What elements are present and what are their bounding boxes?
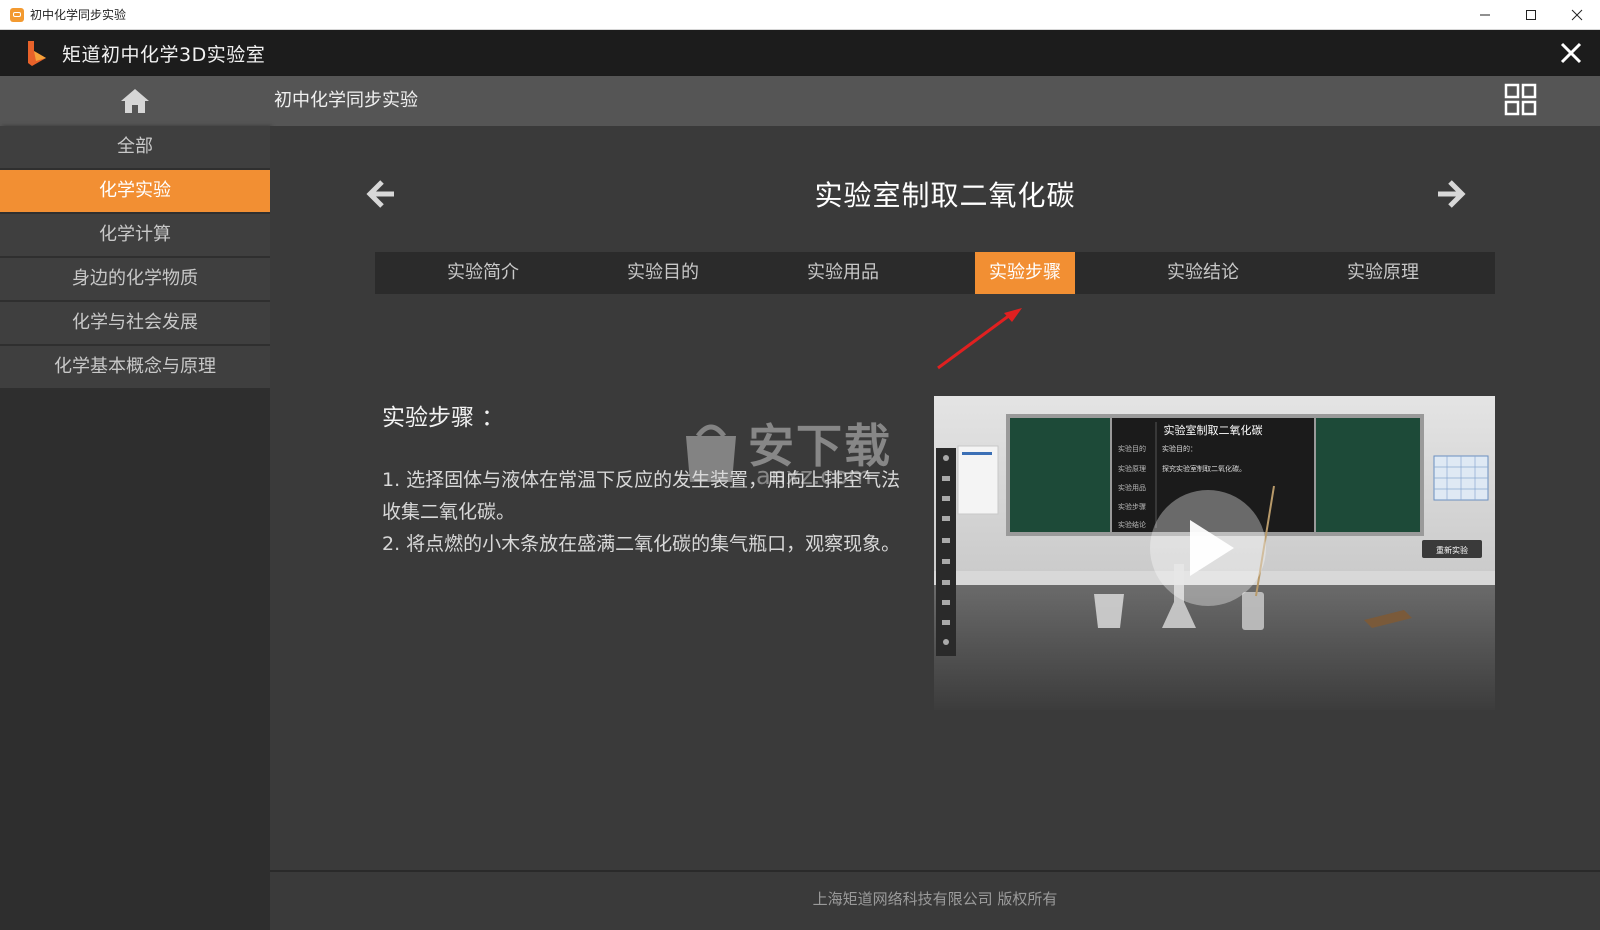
- arrow-left-icon: [366, 180, 394, 208]
- home-button[interactable]: [0, 76, 270, 126]
- watermark: 安下载 anxz.com: [678, 414, 898, 494]
- board-title: 实验室制取二氧化碳: [1164, 423, 1263, 437]
- board-row: 实验用品: [1118, 483, 1146, 492]
- tab-conclusion[interactable]: 实验结论: [1145, 252, 1261, 294]
- app-header: 矩道初中化学3D实验室: [0, 30, 1600, 76]
- app-title: 矩道初中化学3D实验室: [62, 43, 266, 66]
- minimize-button[interactable]: [1462, 0, 1508, 30]
- home-icon: [121, 89, 149, 113]
- tab-principle[interactable]: 实验原理: [1325, 252, 1441, 294]
- close-icon: [1571, 9, 1583, 21]
- tab-steps[interactable]: 实验步骤: [975, 252, 1075, 294]
- maximize-icon: [1526, 10, 1536, 20]
- minimize-icon: [1480, 14, 1490, 16]
- arrow-right-icon: [1438, 180, 1466, 208]
- experiment-tabs: 实验简介 实验目的 实验用品 实验步骤 实验结论 实验原理: [375, 252, 1495, 294]
- board-row: 实验原理: [1118, 464, 1146, 473]
- sidebar-item-all[interactable]: 全部: [0, 126, 270, 170]
- watermark-sub: anxz.com: [756, 462, 872, 490]
- step-item: 2. 将点燃的小木条放在盛满二氧化碳的集气瓶口，观察现象。: [382, 533, 901, 555]
- sidebar-item-basic-concepts[interactable]: 化学基本概念与原理: [0, 346, 270, 390]
- sidebar-item-everyday-substances[interactable]: 身边的化学物质: [0, 258, 270, 302]
- close-window-button[interactable]: [1554, 0, 1600, 30]
- copyright-text: 上海矩道网络科技有限公司 版权所有: [812, 890, 1058, 908]
- subbar: 初中化学同步实验: [0, 76, 1600, 126]
- experiment-video[interactable]: 实验室制取二氧化碳 实验目的 实验原理 实验用品 实验步骤 实验结论 实验目的：…: [934, 396, 1495, 710]
- window-controls: [1462, 0, 1600, 30]
- grid-view-button[interactable]: [1504, 83, 1538, 117]
- app-close-button[interactable]: [1556, 38, 1586, 68]
- category-sidebar: 全部 化学实验 化学计算 身边的化学物质 化学与社会发展 化学基本概念与原理: [0, 126, 270, 930]
- footer-divider: [270, 870, 1600, 872]
- steps-heading: 实验步骤 ：: [382, 405, 505, 431]
- board-row: 实验结论: [1118, 520, 1146, 529]
- close-icon: [1560, 42, 1582, 64]
- experiment-title: 实验室制取二氧化碳: [814, 179, 1076, 212]
- video-thumbnail: 实验室制取二氧化碳 实验目的 实验原理 实验用品 实验步骤 实验结论 实验目的：…: [934, 396, 1495, 710]
- shield-icon: [686, 424, 736, 482]
- tab-materials[interactable]: 实验用品: [785, 252, 901, 294]
- section-header-title: 初中化学同步实验: [274, 90, 418, 111]
- restart-label: 重新实验: [1436, 545, 1468, 555]
- previous-button[interactable]: [366, 178, 398, 210]
- tab-purpose[interactable]: 实验目的: [605, 252, 721, 294]
- next-button[interactable]: [1434, 178, 1466, 210]
- annotation-arrow: [937, 308, 1022, 370]
- sidebar-item-chemistry-calculation[interactable]: 化学计算: [0, 214, 270, 258]
- sidebar-item-chemistry-experiments[interactable]: 化学实验: [0, 170, 270, 214]
- maximize-button[interactable]: [1508, 0, 1554, 30]
- app-icon: [10, 7, 24, 22]
- grid-icon: [1504, 83, 1537, 116]
- tab-introduction[interactable]: 实验简介: [425, 252, 541, 294]
- logo-icon: [28, 41, 46, 66]
- app-logo: [22, 39, 50, 67]
- board-row: 实验步骤: [1118, 502, 1146, 511]
- board-row: 实验目的: [1118, 444, 1146, 453]
- sidebar-item-chemistry-society[interactable]: 化学与社会发展: [0, 302, 270, 346]
- window-title: 初中化学同步实验: [30, 8, 127, 22]
- main-panel: 实验室制取二氧化碳 实验简介 实验目的 实验用品 实验步骤 实验结论 实验原理 …: [270, 126, 1600, 930]
- board-text: 探究实验室制取二氧化碳。: [1162, 464, 1246, 473]
- os-titlebar: 初中化学同步实验: [0, 0, 1600, 30]
- board-text: 实验目的：: [1162, 444, 1197, 453]
